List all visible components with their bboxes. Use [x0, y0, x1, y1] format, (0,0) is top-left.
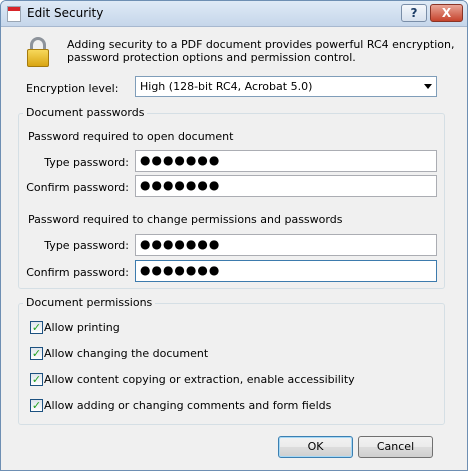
document-permissions-legend: Document permissions [23, 296, 156, 309]
open-type-password-input[interactable]: ●●●●●●● [135, 150, 437, 172]
perm-type-password-label: Type password: [44, 239, 129, 252]
allow-changing-label[interactable]: Allow changing the document [44, 347, 208, 360]
document-passwords-legend: Document passwords [23, 106, 148, 119]
allow-copying-checkbox[interactable]: ✓ [30, 373, 43, 386]
close-button[interactable]: X [430, 4, 463, 22]
allow-copying-label[interactable]: Allow content copying or extraction, ena… [44, 373, 355, 386]
help-button[interactable]: ? [401, 4, 427, 22]
encryption-level-select[interactable]: High (128-bit RC4, Acrobat 5.0) [135, 76, 437, 97]
allow-comments-checkbox[interactable]: ✓ [30, 399, 43, 412]
chevron-down-icon[interactable] [424, 84, 432, 89]
permissions-password-heading: Password required to change permissions … [28, 213, 343, 226]
open-type-password-label: Type password: [44, 156, 129, 169]
open-confirm-password-input[interactable]: ●●●●●●● [135, 175, 437, 197]
perm-confirm-password-label: Confirm password: [26, 266, 129, 279]
allow-changing-checkbox[interactable]: ✓ [30, 347, 43, 360]
allow-printing-label[interactable]: Allow printing [44, 321, 120, 334]
allow-printing-checkbox[interactable]: ✓ [30, 321, 43, 334]
perm-type-password-input[interactable]: ●●●●●●● [135, 234, 437, 256]
encryption-level-value: High (128-bit RC4, Acrobat 5.0) [140, 80, 313, 93]
open-password-heading: Password required to open document [28, 130, 234, 143]
document-app-icon [7, 6, 21, 22]
window-title: Edit Security [27, 6, 104, 20]
title-bar[interactable]: Edit Security ? X [1, 1, 467, 27]
ok-button[interactable]: OK [278, 436, 353, 458]
open-confirm-password-label: Confirm password: [26, 181, 129, 194]
allow-comments-label[interactable]: Allow adding or changing comments and fo… [44, 399, 331, 412]
padlock-icon [27, 37, 49, 67]
perm-confirm-password-input[interactable]: ●●●●●●● [135, 260, 437, 282]
cancel-button[interactable]: Cancel [358, 436, 433, 458]
encryption-level-label: Encryption level: [26, 82, 119, 95]
intro-text: Adding security to a PDF document provid… [67, 38, 455, 64]
edit-security-dialog: Edit Security ? X Adding security to a P… [0, 0, 468, 471]
